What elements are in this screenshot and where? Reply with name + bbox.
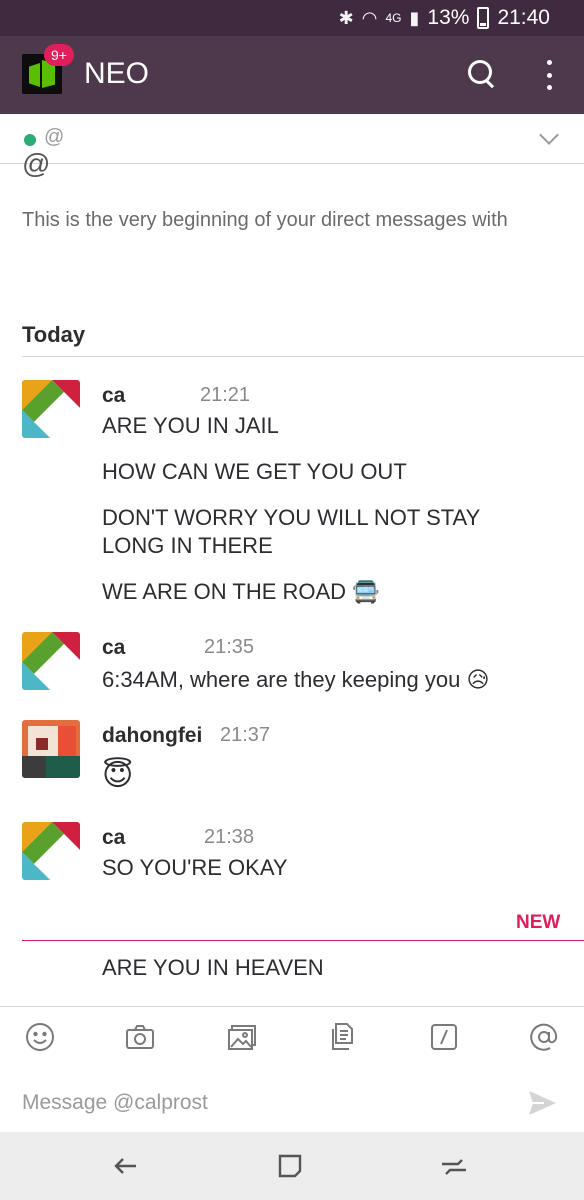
workspace-name[interactable]: NEO <box>84 57 149 91</box>
system-nav-bar <box>0 1132 584 1200</box>
emoji-icon[interactable] <box>24 1021 56 1053</box>
send-icon[interactable] <box>526 1087 558 1119</box>
message-text: 😇 <box>102 758 562 794</box>
message-input[interactable] <box>22 1087 502 1119</box>
bluetooth-icon: ✱ <box>338 7 354 28</box>
message-author[interactable]: ca <box>102 636 125 660</box>
back-icon[interactable] <box>110 1150 142 1182</box>
message-text: ARE YOU IN JAIL <box>102 413 279 438</box>
signal-icon: ▮ <box>409 7 420 28</box>
message-author[interactable]: ca <box>102 384 125 408</box>
file-icon[interactable] <box>328 1021 360 1053</box>
avatar[interactable] <box>22 720 80 778</box>
message-text: HOW CAN WE GET YOU OUT <box>102 459 407 484</box>
message-text: SO YOU'RE OKAY <box>102 855 288 880</box>
status-time: 21:40 <box>497 6 550 29</box>
avatar[interactable] <box>22 822 80 880</box>
search-icon[interactable] <box>466 58 498 90</box>
home-icon[interactable] <box>274 1150 306 1182</box>
message-composer <box>0 1006 584 1133</box>
intro-text: This is the very beginning of your direc… <box>22 209 508 231</box>
new-divider <box>22 940 584 941</box>
avatar[interactable] <box>22 632 80 690</box>
halo-emoji: 😇 <box>102 758 134 793</box>
sad-emoji: 😥 <box>466 668 490 693</box>
signal-label: 4G <box>385 11 402 25</box>
gallery-icon[interactable] <box>226 1021 258 1053</box>
channel-header[interactable]: @ <box>0 114 584 164</box>
more-vert-icon[interactable] <box>540 60 558 90</box>
slash-command-icon[interactable] <box>428 1021 460 1053</box>
message-text: ARE YOU IN HEAVEN <box>102 955 324 980</box>
message-text: WE ARE ON THE ROAD 🚍 <box>102 579 380 605</box>
presence-dot <box>24 134 36 146</box>
bus-emoji: 🚍 <box>352 580 380 605</box>
message-time: 21:38 <box>204 826 255 848</box>
message-time: 21:35 <box>204 636 255 658</box>
message-time: 21:21 <box>200 384 251 406</box>
mention-icon[interactable] <box>528 1021 560 1053</box>
message-author[interactable]: ca <box>102 826 125 850</box>
message-text: 6:34AM, where are they keeping you 😥 <box>102 667 490 693</box>
day-divider: Today <box>22 320 584 357</box>
day-label: Today <box>22 322 86 347</box>
new-label: NEW <box>516 912 561 933</box>
unread-badge: 9+ <box>44 44 74 66</box>
camera-icon[interactable] <box>124 1021 156 1053</box>
intro-handle: @ <box>22 148 51 179</box>
battery-percent: 13% <box>427 6 470 29</box>
recents-icon[interactable] <box>438 1150 470 1182</box>
chevron-down-icon[interactable] <box>539 125 559 145</box>
message-time: 21:37 <box>220 724 271 746</box>
battery-icon <box>477 7 490 29</box>
status-bar: ✱ ◠ 4G ▮ 13% 21:40 <box>0 0 584 36</box>
app-bar: 9+ NEO <box>0 36 584 114</box>
channel-name: @ <box>44 126 65 148</box>
message-author[interactable]: dahongfei <box>102 724 202 748</box>
message-text: DON'T WORRY YOU WILL NOT STAY LONG IN TH… <box>102 505 480 558</box>
avatar[interactable] <box>22 380 80 438</box>
wifi-icon: ◠ <box>361 7 378 28</box>
